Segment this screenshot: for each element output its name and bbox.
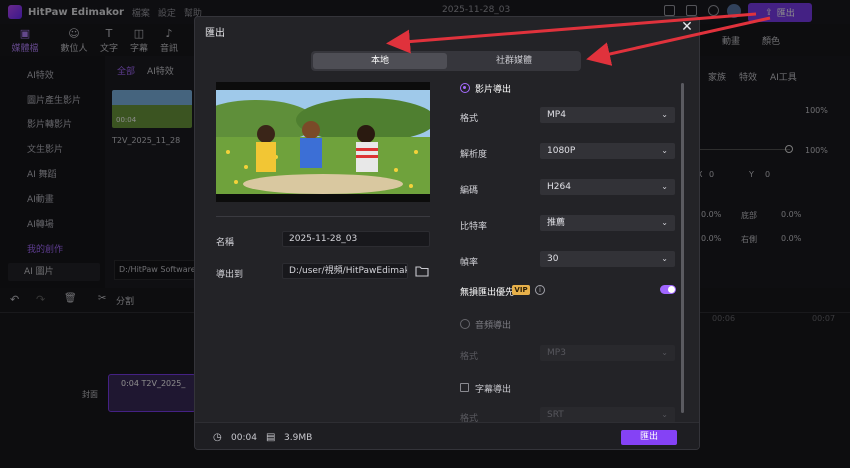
format-label: 格式 bbox=[460, 114, 479, 124]
close-icon[interactable]: ✕ bbox=[679, 19, 695, 37]
encoder-select[interactable]: H264 ⌄ bbox=[540, 179, 675, 195]
file-size-text: 3.9MB bbox=[284, 433, 313, 443]
export-button[interactable]: 匯出 bbox=[621, 430, 677, 445]
export-to-label: 導出到 bbox=[216, 270, 244, 280]
audio-export-radio[interactable] bbox=[460, 319, 470, 329]
scrollbar-thumb[interactable] bbox=[681, 83, 684, 413]
encoder-value: H264 bbox=[547, 182, 571, 192]
subtitle-export-title: 字幕導出 bbox=[475, 385, 512, 395]
audio-format-label: 格式 bbox=[460, 352, 479, 362]
lossless-label: 無損匯出優先 bbox=[460, 288, 515, 298]
chevron-down-icon: ⌄ bbox=[661, 348, 668, 357]
export-tab-bar: 本地 社群媒體 bbox=[311, 51, 581, 71]
folder-icon[interactable] bbox=[415, 264, 429, 278]
export-dialog: 匯出 ✕ 本地 社群媒體 名稱 2025-11-28_03 導出到 D:/use… bbox=[194, 16, 700, 450]
name-input[interactable]: 2025-11-28_03 bbox=[282, 231, 430, 247]
file-size-icon: ▤ bbox=[266, 432, 276, 443]
audio-format-select[interactable]: MP3 ⌄ bbox=[540, 345, 675, 361]
divider bbox=[216, 216, 430, 217]
subtitle-format-value: SRT bbox=[547, 410, 564, 420]
info-icon[interactable]: i bbox=[535, 285, 545, 295]
name-input-value: 2025-11-28_03 bbox=[289, 234, 358, 244]
format-value: MP4 bbox=[547, 110, 566, 120]
chevron-down-icon: ⌄ bbox=[661, 110, 668, 119]
bitrate-select[interactable]: 推薦 ⌄ bbox=[540, 215, 675, 231]
preview-picnic-image bbox=[196, 82, 436, 202]
video-export-radio[interactable] bbox=[460, 83, 470, 93]
resolution-value: 1080P bbox=[547, 146, 576, 156]
resolution-select[interactable]: 1080P ⌄ bbox=[540, 143, 675, 159]
chevron-down-icon: ⌄ bbox=[661, 254, 668, 263]
audio-format-value: MP3 bbox=[547, 348, 566, 358]
export-path-field[interactable]: D:/user/視頻/HitPawEdimakor bbox=[282, 263, 408, 279]
chevron-down-icon: ⌄ bbox=[661, 218, 668, 227]
bitrate-value: 推薦 bbox=[547, 218, 566, 228]
lossless-toggle[interactable] bbox=[660, 285, 676, 294]
bitrate-label: 比特率 bbox=[460, 222, 488, 232]
clock-icon: ◷ bbox=[213, 432, 222, 443]
chevron-down-icon: ⌄ bbox=[661, 182, 668, 191]
subtitle-format-select[interactable]: SRT ⌄ bbox=[540, 407, 675, 423]
video-preview bbox=[196, 82, 436, 202]
duration-text: 00:04 bbox=[231, 433, 257, 443]
resolution-label: 解析度 bbox=[460, 150, 488, 160]
export-path-value: D:/user/視頻/HitPawEdimakor bbox=[289, 266, 408, 276]
vip-badge: VIP bbox=[512, 285, 530, 295]
name-label: 名稱 bbox=[216, 238, 235, 248]
tab-local[interactable]: 本地 bbox=[313, 53, 447, 69]
chevron-down-icon: ⌄ bbox=[661, 410, 668, 419]
chevron-down-icon: ⌄ bbox=[661, 146, 668, 155]
video-export-title: 影片導出 bbox=[475, 85, 512, 95]
encoder-label: 編碼 bbox=[460, 186, 479, 196]
framerate-select[interactable]: 30 ⌄ bbox=[540, 251, 675, 267]
subtitle-export-checkbox[interactable] bbox=[460, 383, 469, 392]
dialog-title: 匯出 bbox=[205, 28, 225, 39]
format-select[interactable]: MP4 ⌄ bbox=[540, 107, 675, 123]
audio-export-title: 音頻導出 bbox=[475, 321, 512, 331]
framerate-value: 30 bbox=[547, 254, 559, 264]
tab-social-media[interactable]: 社群媒體 bbox=[447, 53, 581, 69]
framerate-label: 幀率 bbox=[460, 258, 479, 268]
